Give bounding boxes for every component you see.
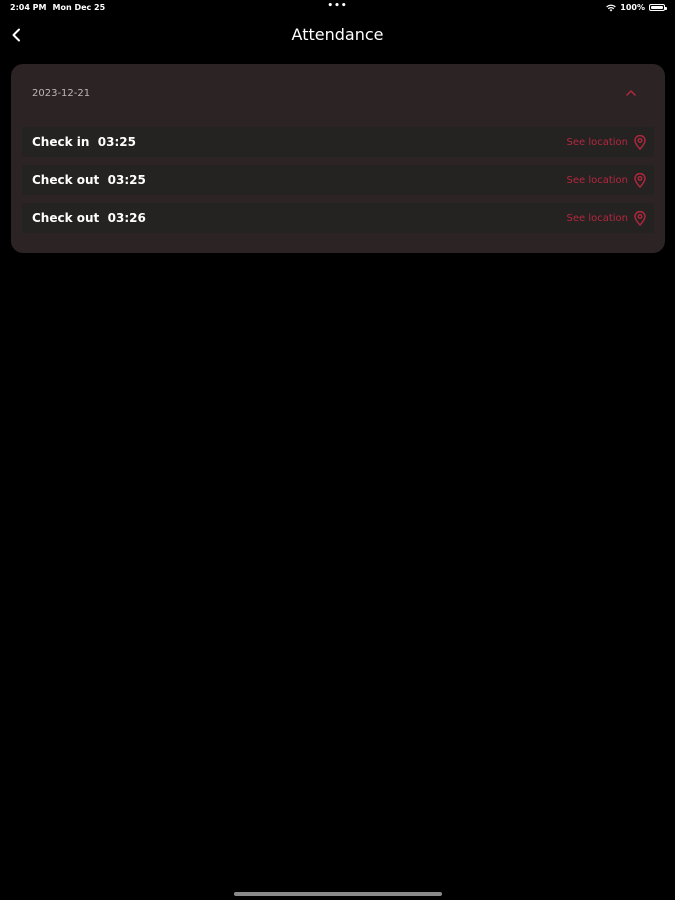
attendance-entry-label: Check out 03:25 [32,173,146,187]
location-pin-icon [634,172,646,188]
attendance-card: 2023-12-21 Check in 03:25 See location C… [11,64,665,253]
location-pin-icon [634,210,646,226]
nav-header: Attendance [0,20,675,50]
attendance-row: Check in 03:25 See location [22,127,654,157]
attendance-entry-label: Check in 03:25 [32,135,136,149]
page-title: Attendance [291,25,384,44]
attendance-entry-label: Check out 03:26 [32,211,146,225]
home-indicator[interactable] [234,892,442,896]
status-left: 2:04 PM Mon Dec 25 [10,3,105,12]
card-date: 2023-12-21 [32,88,91,99]
see-location-button[interactable]: See location [566,172,646,188]
see-location-button[interactable]: See location [566,210,646,226]
status-right: 100% [606,3,667,12]
see-location-label: See location [566,174,628,186]
card-header-toggle[interactable]: 2023-12-21 [11,64,665,124]
status-date: Mon Dec 25 [52,3,106,12]
see-location-button[interactable]: See location [566,134,646,150]
location-pin-icon [634,134,646,150]
chevron-up-icon[interactable] [625,89,637,97]
status-bar: 2:04 PM Mon Dec 25 ••• 100% [0,0,675,16]
see-location-label: See location [566,212,628,224]
attendance-row: Check out 03:26 See location [22,203,654,233]
status-time: 2:04 PM [10,3,47,12]
see-location-label: See location [566,136,628,148]
attendance-row: Check out 03:25 See location [22,165,654,195]
battery-icon [649,4,667,11]
wifi-icon [606,4,617,11]
multitasking-dots[interactable]: ••• [327,2,347,11]
battery-percent: 100% [620,3,645,12]
